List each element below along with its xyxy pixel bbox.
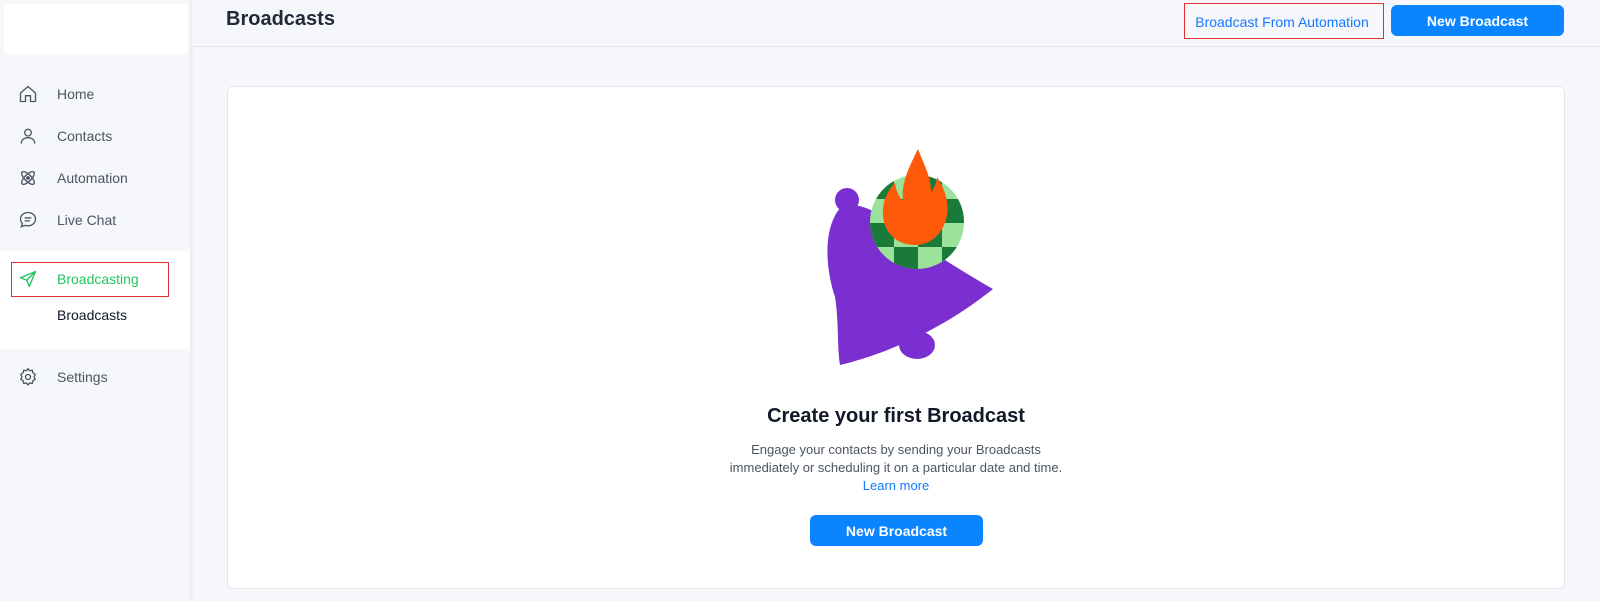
page-title: Broadcasts [226, 8, 335, 30]
sidebar: Home Contacts Automation Live Chat Broad… [0, 0, 190, 601]
sidebar-item-label: Live Chat [57, 212, 117, 228]
home-icon [17, 83, 39, 105]
sidebar-item-settings[interactable]: Settings [0, 356, 190, 398]
highlight-broadcast-from-automation [1184, 3, 1384, 39]
sidebar-subitem-broadcasts[interactable]: Broadcasts [57, 307, 127, 323]
bell-illustration-icon [827, 149, 993, 365]
empty-state-description-line2: immediately or scheduling it on a partic… [729, 460, 1063, 475]
logo-area [4, 4, 188, 54]
flame-icon [882, 149, 948, 245]
gear-icon [17, 366, 39, 388]
new-broadcast-button[interactable]: New Broadcast [1391, 5, 1564, 36]
sidebar-item-label: Automation [57, 170, 128, 186]
learn-more-link[interactable]: Learn more [228, 477, 1564, 495]
highlight-broadcasting [11, 262, 169, 297]
sidebar-item-live-chat[interactable]: Live Chat [0, 199, 190, 241]
empty-state-description-line1: Engage your contacts by sending your Bro… [751, 442, 1041, 457]
sidebar-item-contacts[interactable]: Contacts [0, 115, 190, 157]
new-broadcast-cta-button[interactable]: New Broadcast [810, 515, 983, 546]
topbar: Broadcasts Broadcast From Automation New… [192, 0, 1600, 47]
empty-state-card: Create your first Broadcast Engage your … [227, 86, 1565, 589]
empty-state-title: Create your first Broadcast [767, 405, 1025, 427]
sidebar-item-label: Settings [57, 369, 108, 385]
atom-icon [17, 167, 39, 189]
sidebar-item-automation[interactable]: Automation [0, 157, 190, 199]
sidebar-item-label: Home [57, 86, 95, 102]
sidebar-item-label: Contacts [57, 128, 113, 144]
empty-state-description: Engage your contacts by sending your Bro… [228, 441, 1564, 495]
user-icon [17, 125, 39, 147]
chat-icon [17, 209, 39, 231]
sidebar-item-home[interactable]: Home [0, 73, 190, 115]
